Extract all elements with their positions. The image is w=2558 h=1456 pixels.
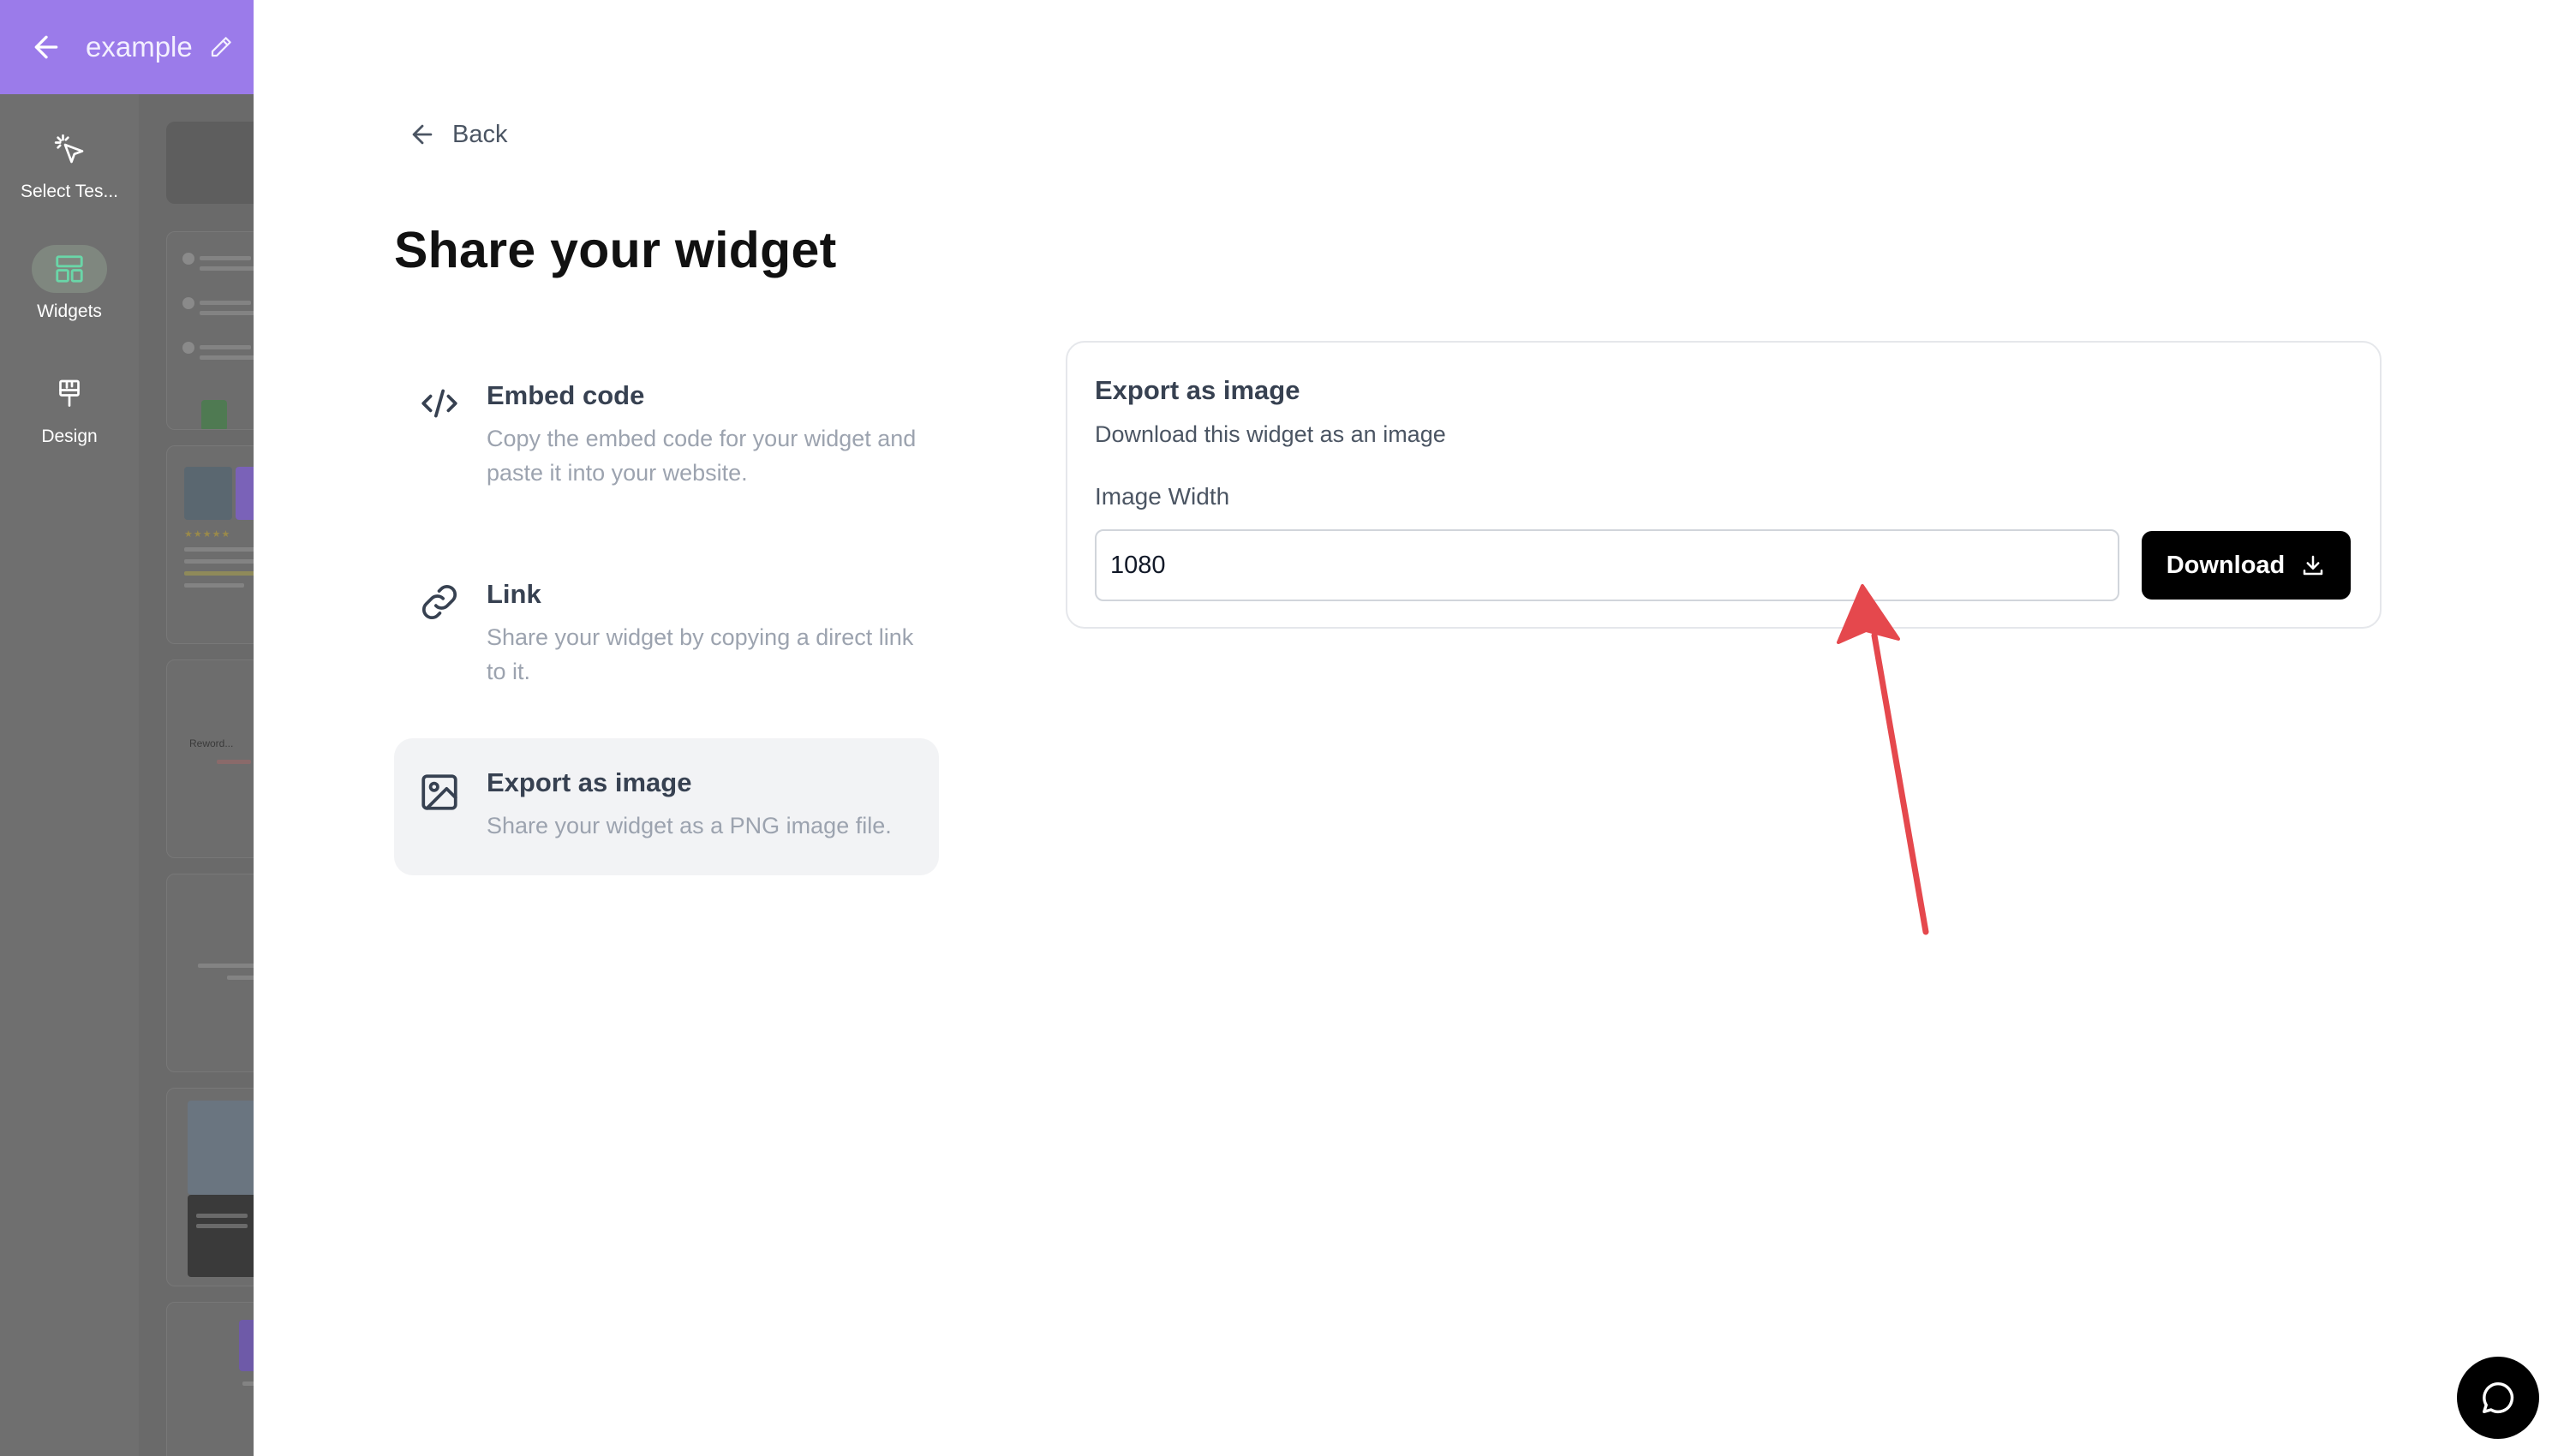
- widget-thumbnail[interactable]: [166, 874, 254, 1072]
- option-description: Copy the embed code for your widget and …: [487, 426, 917, 486]
- share-widget-panel: Back Share your widget Embed code Copy t…: [254, 0, 2558, 1456]
- card-title: Export as image: [1095, 375, 1300, 405]
- back-button[interactable]: Back: [408, 120, 507, 149]
- sidebar-item-design[interactable]: Design: [0, 370, 139, 447]
- chat-launcher-button[interactable]: [2457, 1357, 2539, 1439]
- download-icon: [2304, 555, 2323, 576]
- option-title: Embed code: [487, 380, 645, 410]
- option-title: Export as image: [487, 767, 692, 797]
- widget-thumbnail[interactable]: [166, 1302, 254, 1456]
- page-title: Share your widget: [394, 222, 837, 278]
- image-width-input[interactable]: [1095, 529, 2119, 601]
- link-icon: [421, 584, 457, 620]
- image-icon: [421, 774, 457, 810]
- chat-icon: [2482, 1381, 2514, 1414]
- option-description: Share your widget by copying a direct li…: [487, 624, 914, 684]
- widget-thumbnail[interactable]: Reword...: [166, 659, 254, 858]
- arrow-left-icon[interactable]: [29, 30, 63, 64]
- back-label: Back: [452, 120, 508, 148]
- download-button[interactable]: Download: [2142, 531, 2351, 600]
- image-width-label: Image Width: [1095, 483, 1230, 510]
- sidebar-item-label: Widgets: [37, 301, 102, 321]
- widget-thumbnail[interactable]: [166, 122, 254, 204]
- share-option-embed-code[interactable]: Embed code Copy the embed code for your …: [394, 337, 939, 486]
- sidebar-rail: Select Tes... Widgets Design: [0, 94, 139, 1456]
- option-title: Link: [487, 579, 541, 609]
- layout-icon: [32, 245, 107, 293]
- annotation-arrow: [1837, 584, 1929, 935]
- widget-thumbnail[interactable]: [166, 231, 254, 430]
- download-label: Download: [2166, 551, 2286, 579]
- widget-thumbnail[interactable]: [166, 1088, 254, 1286]
- sidebar-item-label: Select Tes...: [20, 182, 118, 201]
- sidebar-item-select-testimonials[interactable]: Select Tes...: [0, 125, 139, 202]
- option-description: Share your widget as a PNG image file.: [487, 813, 892, 838]
- widget-thumbnails-panel: ★★★★★ Reword...: [139, 94, 254, 1456]
- arrow-left-icon: [412, 124, 433, 145]
- pencil-icon[interactable]: [208, 34, 234, 60]
- paint-brush-icon: [54, 370, 85, 418]
- share-option-export-image[interactable]: Export as image Share your widget as a P…: [394, 738, 939, 875]
- thumbnail-label: Reword...: [189, 737, 234, 749]
- card-subtitle: Download this widget as an image: [1095, 421, 1446, 447]
- sidebar-item-label: Design: [41, 427, 98, 446]
- app-topbar: example: [0, 0, 254, 94]
- pointer-click-icon: [52, 125, 87, 173]
- sidebar-item-widgets[interactable]: Widgets: [0, 245, 139, 322]
- export-image-card: Export as image Download this widget as …: [1066, 341, 2382, 629]
- widget-name: example: [86, 31, 193, 63]
- widget-thumbnail[interactable]: ★★★★★: [166, 445, 254, 644]
- share-option-link[interactable]: Link Share your widget by copying a dire…: [394, 536, 939, 684]
- code-icon: [421, 389, 457, 418]
